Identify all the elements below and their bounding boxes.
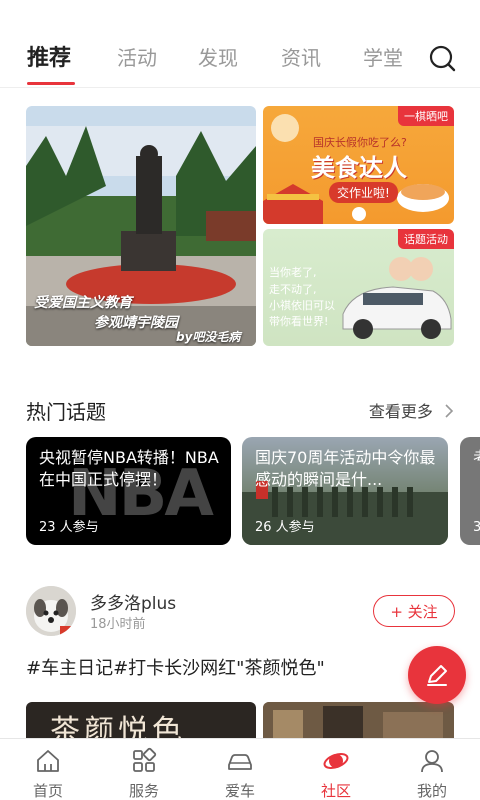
hot-topics-title: 热门话题 — [26, 400, 106, 424]
banner-food-expert[interactable]: 一棋晒吧 国庆长假你吃了么? 美食达人 交作业啦! — [263, 106, 454, 224]
pen-icon — [427, 665, 447, 686]
banner-memorial-visit[interactable]: 受爱国主义教育 参观靖宇陵园 by吧没毛病 — [26, 106, 256, 346]
avatar[interactable] — [26, 586, 76, 636]
tab-activities[interactable]: 活动 — [117, 42, 157, 71]
topic-title: 考 — [473, 447, 480, 469]
post-image[interactable]: 茶颜悦色 — [26, 702, 256, 742]
nav-services[interactable]: 服务 — [96, 739, 192, 800]
car-text-2: 走不动了, — [269, 283, 317, 296]
search-icon[interactable] — [428, 44, 456, 72]
car-text-1: 当你老了, — [269, 266, 317, 279]
tab-news[interactable]: 资讯 — [281, 42, 321, 71]
car-text-3: 小祺依旧可以 — [269, 299, 335, 312]
topic-card-partial[interactable]: 考 3 — [460, 437, 480, 545]
post-text[interactable]: #车主日记#打卡长沙网红"茶颜悦色" — [26, 654, 325, 680]
nav-profile[interactable]: 我的 — [384, 739, 480, 800]
view-more-link[interactable]: 查看更多 — [369, 398, 454, 422]
nav-label: 我的 — [416, 782, 447, 800]
topic-card-nba[interactable]: NBA 央视暂停NBA转播！NBA在中国正式停摆！ 23 人参与 — [26, 437, 231, 545]
dog-avatar-image — [26, 586, 76, 636]
nav-home[interactable]: 首页 — [0, 739, 96, 800]
shop-photo — [263, 702, 454, 742]
post-image[interactable] — [263, 702, 454, 742]
car-text-4: 带你看世界! — [269, 315, 329, 328]
top-tab-bar: 推荐 活动 发现 资讯 学堂 — [0, 0, 480, 88]
community-icon — [323, 753, 349, 769]
tab-academy[interactable]: 学堂 — [363, 42, 403, 71]
car-icon — [228, 754, 252, 770]
tab-discover[interactable]: 发现 — [198, 42, 238, 71]
food-subtitle: 交作业啦! — [329, 182, 398, 203]
food-title: 美食达人 — [311, 154, 407, 182]
banner-caption-2: 参观靖宇陵园 — [94, 315, 178, 331]
nav-label: 首页 — [32, 782, 63, 800]
nav-my-car[interactable]: 爱车 — [192, 739, 288, 800]
topic-participants: 26 人参与 — [255, 520, 315, 535]
topic-title: 国庆70周年活动中令你最感动的瞬间是什... — [255, 448, 436, 489]
home-icon — [37, 750, 59, 772]
compose-post-button[interactable] — [408, 646, 466, 704]
topic-title: 央视暂停NBA转播！NBA在中国正式停摆！ — [39, 448, 219, 489]
follow-button[interactable]: + 关注 — [373, 595, 455, 627]
post-time: 18小时前 — [90, 617, 146, 632]
nav-label: 爱车 — [224, 782, 255, 800]
nav-community[interactable]: 社区 — [288, 739, 384, 800]
services-icon — [133, 747, 157, 772]
bottom-navigation: 首页 服务 爱车 社区 我的 — [0, 738, 480, 800]
topic-card-national-day[interactable]: 国庆70周年活动中令你最感动的瞬间是什... 26 人参与 — [242, 437, 448, 545]
banner-credit: by吧没毛病 — [176, 330, 241, 344]
nav-label: 社区 — [320, 782, 351, 800]
post-image-text: 茶颜悦色 — [50, 714, 186, 742]
tab-recommend[interactable]: 推荐 — [27, 40, 71, 72]
nav-label: 服务 — [128, 782, 159, 800]
active-tab-indicator — [27, 82, 75, 85]
chevron-right-icon — [445, 404, 454, 418]
banner-car-topic[interactable]: 话题活动 当你老了, 走不动了, 小祺依旧可以 带你看世界! — [263, 229, 454, 346]
banner-caption-1: 受爱国主义教育 — [34, 295, 132, 311]
topic-participants: 23 人参与 — [39, 520, 99, 535]
topic-participants: 3 — [473, 520, 480, 535]
view-more-label: 查看更多 — [368, 402, 433, 421]
post-username[interactable]: 多多洛plus — [90, 589, 176, 614]
profile-icon — [421, 750, 443, 773]
